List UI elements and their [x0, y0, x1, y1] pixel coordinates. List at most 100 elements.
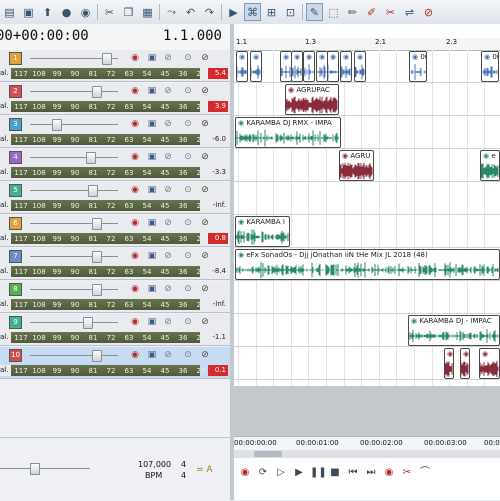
arm-record-icon[interactable]: ◉ — [130, 350, 140, 360]
ripple-icon[interactable]: ⇌ — [401, 3, 418, 21]
peak-value[interactable]: -3.3 — [208, 167, 228, 178]
solo-icon[interactable]: ⊘ — [200, 152, 210, 162]
audio-clip[interactable]: ◉ 001 — [409, 51, 427, 82]
pause-icon[interactable]: ❚❚ — [310, 466, 327, 480]
save-icon[interactable]: ▣ — [20, 3, 37, 21]
open-icon[interactable]: ▤ — [1, 3, 18, 21]
arm-record-icon[interactable]: ◉ — [130, 185, 140, 195]
monitor-icon[interactable]: ▣ — [147, 185, 157, 195]
volume-slider[interactable] — [92, 86, 103, 98]
track-fx-icon[interactable]: ⊘ — [163, 86, 173, 96]
track-header[interactable]: 10 ◉ ▣ ⊘ ⊙ ⊘ 117108999081726354453627189… — [0, 347, 239, 379]
volume-slider[interactable] — [92, 251, 103, 263]
monitor-icon[interactable]: ▣ — [147, 251, 157, 261]
audio-clip[interactable]: ◉ — [250, 51, 262, 82]
track-header[interactable]: 5 ◉ ▣ ⊘ ⊙ ⊘ 117108999081726354453627189 … — [0, 182, 239, 214]
audio-clip[interactable]: ◉ 001 — [327, 51, 339, 82]
peak-value[interactable]: 0.8 — [208, 233, 228, 244]
normal-edit-icon[interactable]: ⌘ — [244, 3, 261, 21]
volume-slider[interactable] — [92, 218, 103, 230]
globe-icon[interactable]: ◉ — [77, 3, 94, 21]
audio-clip[interactable]: ◉ AGRUPAC — [285, 84, 339, 115]
cut-icon[interactable]: ✂ — [101, 3, 118, 21]
volume-slider[interactable] — [92, 284, 103, 296]
mute-icon[interactable]: ⊙ — [183, 251, 193, 261]
track-header[interactable]: 8 ◉ ▣ ⊘ ⊙ ⊘ 117108999081726354453627189 … — [0, 281, 239, 313]
audio-clip[interactable]: ◉ 001 — [340, 51, 352, 82]
volume-slider[interactable] — [52, 119, 63, 131]
audio-clip[interactable]: ◉ — [460, 348, 470, 379]
track-fx-icon[interactable]: ⊘ — [163, 284, 173, 294]
audio-clip[interactable]: ◉ — [291, 51, 303, 82]
time-signature-bottom[interactable]: 4 — [181, 471, 186, 480]
track-number[interactable]: 6 — [9, 217, 22, 230]
mute-icon[interactable]: ⊙ — [183, 218, 193, 228]
track-header[interactable]: 6 ◉ ▣ ⊘ ⊙ ⊘ 117108999081726354453627189 … — [0, 215, 239, 247]
draw-tool-icon[interactable]: ✎ — [306, 3, 323, 21]
peak-value[interactable]: -Inf. — [208, 299, 228, 310]
arm-record-icon[interactable]: ◉ — [130, 86, 140, 96]
timeline-row[interactable] — [234, 281, 500, 314]
pitch-icon[interactable]: ⤳ — [163, 3, 180, 21]
split-icon[interactable]: ✂ — [382, 3, 399, 21]
timeline-row[interactable] — [234, 50, 500, 83]
audio-clip[interactable]: ◉ 001 — [303, 51, 315, 82]
audio-clip[interactable]: ◉ — [444, 348, 454, 379]
play-from-start-icon[interactable]: ▷ — [274, 466, 288, 480]
peak-value[interactable]: 5.4 — [208, 68, 228, 79]
track-number[interactable]: 4 — [9, 151, 22, 164]
track-fx-icon[interactable]: ⊘ — [163, 251, 173, 261]
solo-icon[interactable]: ⊘ — [200, 185, 210, 195]
audio-clip[interactable]: ◉ AGRU — [339, 150, 374, 181]
monitor-icon[interactable]: ▣ — [147, 53, 157, 63]
time-ruler[interactable]: 00:00:00:00 00:00:01:00 00:00:02:00 00:0… — [234, 436, 500, 451]
record-icon[interactable]: ◉ — [238, 466, 252, 480]
audio-clip[interactable]: ◉ KARAMBA DJ - IMPAC — [408, 315, 500, 346]
track-fx-icon[interactable]: ⊘ — [163, 185, 173, 195]
track-number[interactable]: 2 — [9, 85, 22, 98]
mute-icon[interactable]: ⊙ — [183, 53, 193, 63]
auto-crossfade-icon[interactable]: ✂ — [400, 466, 414, 480]
play-icon[interactable]: ▶ — [292, 466, 306, 480]
solo-icon[interactable]: ⊘ — [200, 251, 210, 261]
upload-icon[interactable]: ⬆ — [39, 3, 56, 21]
track-number[interactable]: 8 — [9, 283, 22, 296]
monitor-icon[interactable]: ▣ — [147, 86, 157, 96]
arm-record-icon[interactable]: ◉ — [130, 53, 140, 63]
track-header[interactable]: 4 ◉ ▣ ⊘ ⊙ ⊘ 117108999081726354453627189 … — [0, 149, 239, 181]
peak-value[interactable]: -6.0 — [208, 134, 228, 145]
arm-record-icon[interactable]: ◉ — [130, 284, 140, 294]
track-number[interactable]: 10 — [9, 349, 22, 362]
loop-icon[interactable]: ⟳ — [256, 466, 270, 480]
track-number[interactable]: 5 — [9, 184, 22, 197]
timeline-row[interactable] — [234, 182, 500, 215]
user-icon[interactable]: ● — [58, 3, 75, 21]
mute-icon[interactable]: ⊙ — [183, 119, 193, 129]
peak-value[interactable]: -1.1 — [208, 332, 228, 343]
monitor-icon[interactable]: ▣ — [147, 152, 157, 162]
stop-icon[interactable]: ■ — [328, 466, 342, 480]
volume-slider[interactable] — [102, 53, 112, 65]
audio-clip[interactable]: ◉ eFx SonadOs - Djj jOnathan iiN tHe Mix… — [235, 249, 500, 280]
rate-slider[interactable] — [30, 463, 40, 475]
mute-icon[interactable]: ⊙ — [183, 152, 193, 162]
empty-track-area[interactable] — [234, 386, 500, 436]
audio-clip[interactable]: ◉ 001 — [481, 51, 499, 82]
bpm-value[interactable]: 107,000 — [138, 460, 171, 469]
peak-value[interactable]: -Inf. — [208, 200, 228, 211]
audio-clip[interactable]: ◉ KARAMBA DJ RMX - IMPA — [235, 117, 341, 148]
mute-icon[interactable]: ⊘ — [420, 3, 437, 21]
mute-icon[interactable]: ⊙ — [183, 86, 193, 96]
undo-icon[interactable]: ↶ — [182, 3, 199, 21]
track-number[interactable]: 3 — [9, 118, 22, 131]
track-fx-icon[interactable]: ⊘ — [163, 350, 173, 360]
volume-slider[interactable] — [82, 317, 93, 329]
solo-icon[interactable]: ⊘ — [200, 86, 210, 96]
paste-icon[interactable]: ▦ — [139, 3, 156, 21]
time-signature-top[interactable]: 4 — [181, 460, 186, 469]
track-number[interactable]: 7 — [9, 250, 22, 263]
monitor-icon[interactable]: ▣ — [147, 317, 157, 327]
monitor-icon[interactable]: ▣ — [147, 350, 157, 360]
mute-icon[interactable]: ⊙ — [183, 185, 193, 195]
peak-value[interactable]: -8.4 — [208, 266, 228, 277]
